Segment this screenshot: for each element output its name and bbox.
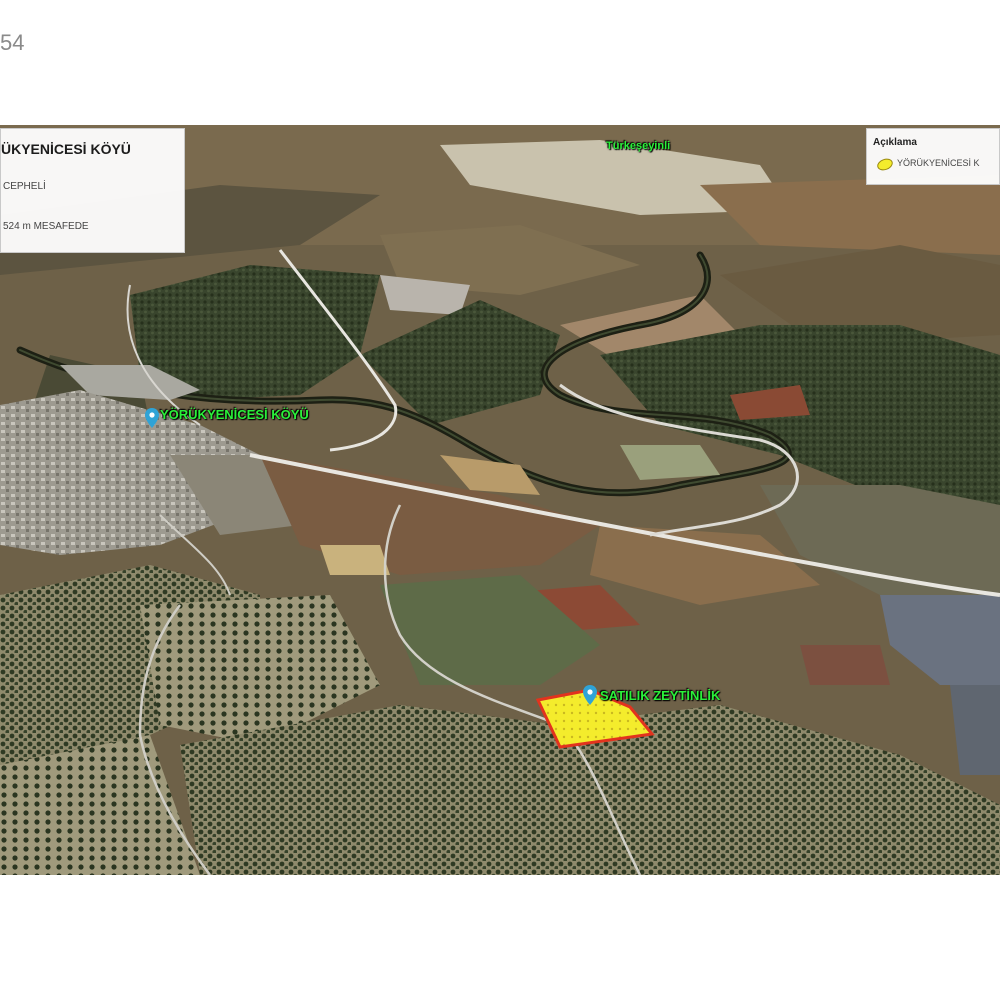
page-number: 54	[0, 30, 25, 55]
polygon-swatch-icon	[875, 156, 895, 173]
legend-panel: Açıklama YÖRÜKYENİCESİ K	[866, 128, 1000, 185]
info-distance: 524 m MESAFEDE	[3, 221, 89, 232]
parcel-label: SATILIK ZEYTİNLİK	[600, 688, 721, 703]
legend-item-label: YÖRÜKYENİCESİ K	[897, 158, 980, 168]
info-title: ÜKYENİCESİ KÖYÜ	[1, 141, 131, 157]
map-pin-icon[interactable]	[145, 408, 159, 428]
map-pin-icon[interactable]	[583, 685, 597, 705]
info-panel: ÜKYENİCESİ KÖYÜ CEPHELİ 524 m MESAFEDE	[0, 128, 185, 253]
town-label: Türkeşeyinli	[606, 140, 671, 152]
info-frontage: CEPHELİ	[3, 181, 46, 192]
village-label: YÖRÜKYENİCESİ KÖYÜ	[160, 407, 309, 422]
legend-header: Açıklama	[873, 137, 917, 148]
